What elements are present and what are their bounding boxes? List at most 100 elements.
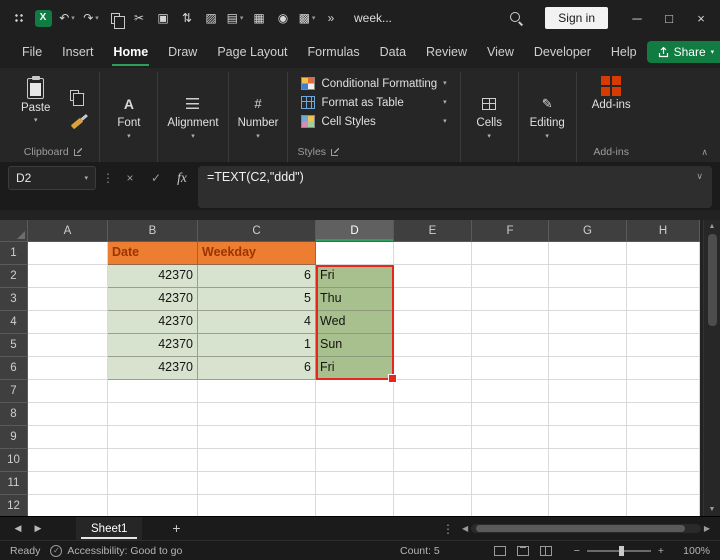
menu-tab-formulas[interactable]: Formulas	[298, 37, 370, 67]
row-header-2[interactable]: 2	[0, 265, 28, 288]
font-group-button[interactable]: A Font ▾	[100, 72, 159, 162]
cell-d1[interactable]	[316, 242, 394, 265]
cell-g6[interactable]	[549, 357, 627, 380]
menu-tab-file[interactable]: File	[12, 37, 52, 67]
menu-tab-draw[interactable]: Draw	[158, 37, 207, 67]
sheet-tab-sheet1[interactable]: Sheet1	[76, 517, 143, 540]
scroll-left-icon[interactable]: ◀	[462, 524, 468, 533]
cell-d9[interactable]	[316, 426, 394, 449]
cell-g11[interactable]	[549, 472, 627, 495]
menu-tab-help[interactable]: Help	[601, 37, 647, 67]
share-button[interactable]: Share ▾	[646, 41, 720, 63]
row-header-6[interactable]: 6	[0, 357, 28, 380]
cell-a4[interactable]	[28, 311, 108, 334]
cell-h8[interactable]	[627, 403, 700, 426]
cell-f8[interactable]	[472, 403, 549, 426]
cell-b7[interactable]	[108, 380, 198, 403]
row-header-12[interactable]: 12	[0, 495, 28, 516]
cell-h5[interactable]	[627, 334, 700, 357]
close-button[interactable]: ×	[686, 3, 716, 33]
menu-tab-home[interactable]: Home	[103, 37, 158, 67]
cell-c9[interactable]	[198, 426, 316, 449]
accessibility-status[interactable]: ✓ Accessibility: Good to go	[50, 544, 182, 557]
cell-a11[interactable]	[28, 472, 108, 495]
maximize-button[interactable]: □	[654, 3, 684, 33]
cell-f3[interactable]	[472, 288, 549, 311]
cell-c2[interactable]: 6	[198, 265, 316, 288]
menu-tab-data[interactable]: Data	[370, 37, 416, 67]
menu-tab-insert[interactable]: Insert	[52, 37, 103, 67]
row-header-3[interactable]: 3	[0, 288, 28, 311]
column-header-h[interactable]: H	[627, 220, 700, 242]
cell-f12[interactable]	[472, 495, 549, 516]
cell-d7[interactable]	[316, 380, 394, 403]
cell-h7[interactable]	[627, 380, 700, 403]
cell-e4[interactable]	[394, 311, 472, 334]
zoom-out-icon[interactable]: −	[574, 545, 580, 557]
cell-b9[interactable]	[108, 426, 198, 449]
cell-c6[interactable]: 6	[198, 357, 316, 380]
name-box-options-icon[interactable]: ⋮	[102, 171, 114, 185]
cell-e8[interactable]	[394, 403, 472, 426]
cell-h6[interactable]	[627, 357, 700, 380]
column-header-b[interactable]: B	[108, 220, 198, 242]
cell-e5[interactable]	[394, 334, 472, 357]
cell-g5[interactable]	[549, 334, 627, 357]
cell-b6[interactable]: 42370	[108, 357, 198, 380]
column-header-g[interactable]: G	[549, 220, 627, 242]
cell-c1[interactable]: Weekday	[198, 242, 316, 265]
column-header-c[interactable]: C	[198, 220, 316, 242]
cell-f1[interactable]	[472, 242, 549, 265]
cell-e7[interactable]	[394, 380, 472, 403]
cell-d8[interactable]	[316, 403, 394, 426]
cell-g10[interactable]	[549, 449, 627, 472]
cell-e2[interactable]	[394, 265, 472, 288]
cell-c5[interactable]: 1	[198, 334, 316, 357]
expand-formula-bar-icon[interactable]: ∨	[696, 171, 703, 182]
prev-sheet-icon[interactable]: ◀	[8, 523, 28, 534]
menu-tab-page-layout[interactable]: Page Layout	[207, 37, 297, 67]
row-header-11[interactable]: 11	[0, 472, 28, 495]
cell-c7[interactable]	[198, 380, 316, 403]
cell-h9[interactable]	[627, 426, 700, 449]
cell-d10[interactable]	[316, 449, 394, 472]
cell-b5[interactable]: 42370	[108, 334, 198, 357]
cell-g4[interactable]	[549, 311, 627, 334]
collapse-ribbon-icon[interactable]: ∧	[701, 147, 708, 158]
cell-a9[interactable]	[28, 426, 108, 449]
cell-c4[interactable]: 4	[198, 311, 316, 334]
cells-group-button[interactable]: Cells ▾	[461, 72, 519, 162]
format-as-table-button[interactable]: Format as Table ▾	[297, 93, 450, 112]
next-sheet-icon[interactable]: ▶	[28, 523, 48, 534]
scroll-down-icon[interactable]: ▼	[709, 506, 716, 513]
cell-e12[interactable]	[394, 495, 472, 516]
cell-g2[interactable]	[549, 265, 627, 288]
minimize-button[interactable]: ─	[622, 3, 652, 33]
document-icon[interactable]: ▤ ▾	[224, 6, 246, 30]
row-header-7[interactable]: 7	[0, 380, 28, 403]
cell-b10[interactable]	[108, 449, 198, 472]
menu-tab-view[interactable]: View	[477, 37, 524, 67]
name-box[interactable]: D2 ▾	[8, 166, 96, 190]
cell-f4[interactable]	[472, 311, 549, 334]
sign-in-button[interactable]: Sign in	[545, 7, 608, 29]
cell-b3[interactable]: 42370	[108, 288, 198, 311]
cell-d2[interactable]: Fri	[316, 265, 394, 288]
cell-a2[interactable]	[28, 265, 108, 288]
more-commands-icon[interactable]: »	[320, 6, 342, 30]
alignment-group-button[interactable]: Alignment ▾	[158, 72, 229, 162]
cell-f5[interactable]	[472, 334, 549, 357]
app-launcher-icon[interactable]	[8, 6, 30, 30]
cell-g1[interactable]	[549, 242, 627, 265]
cell-a1[interactable]	[28, 242, 108, 265]
enter-button[interactable]: ✓	[146, 166, 166, 190]
undo-icon[interactable]: ↶ ▾	[56, 6, 78, 30]
menu-tab-developer[interactable]: Developer	[524, 37, 601, 67]
cell-f7[interactable]	[472, 380, 549, 403]
row-header-8[interactable]: 8	[0, 403, 28, 426]
column-header-e[interactable]: E	[394, 220, 472, 242]
row-header-9[interactable]: 9	[0, 426, 28, 449]
cell-a3[interactable]	[28, 288, 108, 311]
cell-c11[interactable]	[198, 472, 316, 495]
dialog-launcher-icon[interactable]	[331, 148, 340, 156]
